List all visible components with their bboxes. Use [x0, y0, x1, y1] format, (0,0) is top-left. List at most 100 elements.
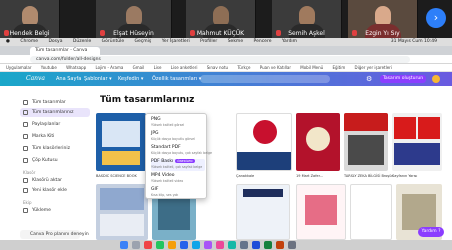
menu-item[interactable]: Profiller — [200, 39, 217, 44]
bookmark-item[interactable]: Sınav notu — [207, 65, 228, 70]
canva-app: Canva Ana Sayfa Şablonlar ▾ Keşfedin ▾ Ö… — [0, 72, 452, 240]
design-caption: Çanakkale — [236, 174, 255, 178]
zoom-icon[interactable] — [180, 241, 188, 249]
format-option-jpg[interactable]: JPG Küçük dosya boyutlu görsel — [151, 131, 205, 143]
next-participants-button[interactable]: › — [426, 8, 446, 28]
design-thumbnail[interactable] — [344, 113, 388, 171]
menu-item[interactable]: Dosya — [48, 39, 62, 44]
help-button[interactable]: Yardım ? — [418, 227, 444, 237]
participant-name: Ezgin Yı Sıy — [365, 30, 400, 37]
music-icon[interactable] — [204, 241, 212, 249]
powerpoint-icon[interactable] — [276, 241, 284, 249]
finder-icon[interactable] — [120, 241, 128, 249]
sidebar-item-import-folder[interactable]: Klasörü aktar — [20, 176, 90, 185]
design-thumbnail[interactable] — [96, 113, 146, 171]
messages-icon[interactable] — [156, 241, 164, 249]
sidebar-item-new-folder[interactable]: Yeni klasör ekle — [20, 186, 90, 195]
sidebar-item-uploads[interactable]: Yükleme — [20, 206, 90, 215]
menu-item[interactable]: Sekme — [228, 39, 243, 44]
chrome-icon[interactable] — [168, 241, 176, 249]
search-input[interactable] — [200, 75, 330, 83]
participant-tile[interactable]: Mahmut KÜÇÜK — [186, 0, 256, 38]
menu-item[interactable]: Chrome — [20, 39, 38, 44]
apple-icon[interactable]: ● — [6, 39, 10, 44]
browser-tab[interactable]: Tüm tasarımlar - Canva — [30, 47, 100, 55]
design-thumbnail[interactable] — [236, 113, 292, 171]
calendar-icon[interactable] — [144, 241, 152, 249]
format-option-gif[interactable]: GIF Kısa klip, ses yok — [151, 187, 205, 199]
participant-tile[interactable]: Hendek Belgi — [0, 0, 60, 38]
menu-item[interactable]: Düzenle — [73, 39, 91, 44]
design-thumbnail[interactable] — [296, 184, 346, 240]
format-option-png[interactable]: PNG Yüksek kaliteli görsel — [151, 117, 205, 129]
participant-tile[interactable]: Ezgin Yı Sıy — [348, 0, 418, 38]
canva-logo[interactable]: Canva — [26, 75, 46, 83]
participant-tile[interactable]: Elşat Hüseyin — [96, 0, 172, 38]
format-option-pdf-standard[interactable]: Standart PDF Küçük dosya boyutu, çok say… — [151, 145, 212, 157]
design-thumbnail[interactable] — [296, 113, 340, 171]
home-icon — [23, 100, 28, 105]
bookmark-item[interactable]: Youtube — [41, 65, 57, 70]
menu-item[interactable]: Yer İşaretleri — [162, 39, 190, 44]
nav-features[interactable]: Özellik tasarımları ▾ — [152, 76, 201, 82]
bookmark-item[interactable]: Eğitim — [332, 65, 345, 70]
grid-icon — [23, 110, 28, 115]
browser-tab-bar: Tüm tasarımlar - Canva — [0, 46, 452, 55]
avatar[interactable] — [432, 75, 440, 83]
format-option-pdf-print[interactable]: PDF Baskı ÖNERİLEN Yüksek kaliteli, çok s… — [151, 159, 205, 171]
design-thumbnail[interactable] — [350, 184, 392, 240]
sidebar-item-all-designs[interactable]: Tüm tasarımlar — [20, 98, 90, 107]
plus-icon — [23, 188, 28, 193]
folder-icon — [23, 146, 28, 151]
participant-video — [212, 6, 229, 26]
gear-icon[interactable]: ⚙ — [366, 75, 374, 83]
bookmark-item[interactable]: Diğer yer işaretleri — [355, 65, 392, 70]
excel-icon[interactable] — [264, 241, 272, 249]
try-pro-button[interactable]: Canva Pro planını deneyin — [20, 230, 89, 239]
nav-discover[interactable]: Keşfedin ▾ — [118, 76, 143, 82]
bookmark-item[interactable]: Türkçe — [237, 65, 250, 70]
url-field[interactable]: canva.com/folder/all-designs — [30, 56, 410, 63]
format-option-mp4[interactable]: MP4 Video Yüksek kaliteli video — [151, 173, 205, 185]
facetime-icon[interactable] — [228, 241, 236, 249]
sidebar-item-your-designs[interactable]: Tüm tasarımlarınız — [20, 108, 90, 117]
bookmark-item[interactable]: Lise anketleri — [171, 65, 198, 70]
page-title: Tüm tasarımlarınız — [100, 95, 195, 105]
design-thumbnail[interactable] — [96, 184, 148, 240]
bookmark-item[interactable]: Lise — [154, 65, 162, 70]
menu-item[interactable]: Pencere — [254, 39, 272, 44]
upload-icon — [23, 208, 28, 213]
sidebar-item-brand-kit[interactable]: Marka Kiti — [20, 132, 90, 141]
menu-item[interactable]: Yardım — [282, 39, 297, 44]
safari-icon[interactable] — [192, 241, 200, 249]
menu-item[interactable]: Görüntüle — [102, 39, 124, 44]
design-thumbnail[interactable] — [236, 184, 290, 240]
photos-icon[interactable] — [216, 241, 224, 249]
create-design-button[interactable]: Tasarım oluşturun — [380, 75, 426, 83]
participant-tile[interactable]: Semih Aşkel — [272, 0, 342, 38]
settings-icon[interactable] — [240, 241, 248, 249]
sidebar-item-shared[interactable]: Paylaşılanlar — [20, 120, 90, 129]
nav-home[interactable]: Ana Sayfa — [56, 76, 81, 82]
nav-templates[interactable]: Şablonlar ▾ — [84, 76, 112, 82]
participant-name: Hendek Belgi — [9, 30, 50, 37]
word-icon[interactable] — [252, 241, 260, 249]
launchpad-icon[interactable] — [132, 241, 140, 249]
menu-item[interactable]: Geçmiş — [135, 39, 152, 44]
participant-name: Mahmut KÜÇÜK — [196, 30, 245, 37]
bookmark-item[interactable]: Lojim - Arama — [95, 65, 123, 70]
participant-video — [298, 6, 315, 26]
sidebar-item-trash[interactable]: Çöp Kutusu — [20, 156, 90, 165]
bookmark-item[interactable]: Puan ve Katıllar — [260, 65, 291, 70]
bookmark-item[interactable]: Uygulamalar — [6, 65, 32, 70]
trash-icon[interactable] — [288, 241, 296, 249]
bookmark-item[interactable]: Whatsapp — [66, 65, 86, 70]
bookmark-item[interactable]: Gmail — [133, 65, 145, 70]
design-thumbnail[interactable] — [392, 113, 442, 171]
download-format-menu: PNG Yüksek kaliteli görsel JPG Küçük dos… — [145, 113, 212, 199]
canva-sidebar: Tüm tasarımlar Tüm tasarımlarınız Paylaş… — [20, 86, 90, 240]
sidebar-item-folders[interactable]: Tüm klasörleriniz — [20, 144, 90, 153]
design-caption: Sayfanın Yarısı — [392, 174, 418, 178]
bookmark-item[interactable]: Mobil Menü — [300, 65, 323, 70]
menubar-clock: 31 Mayıs Cum 10:49 — [390, 39, 437, 44]
